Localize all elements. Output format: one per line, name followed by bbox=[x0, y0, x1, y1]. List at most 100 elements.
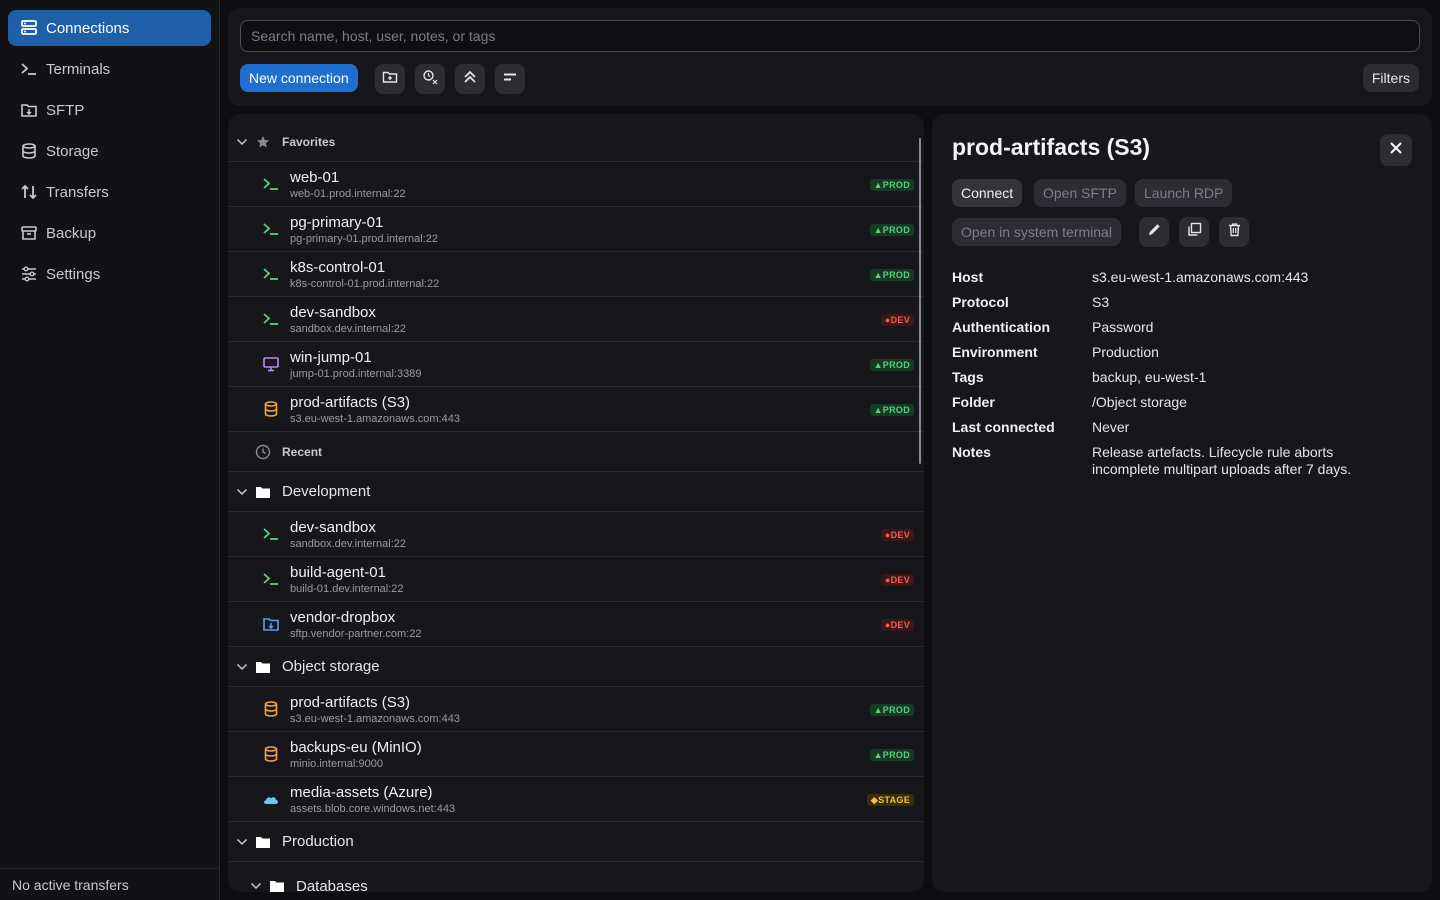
chevron-down-icon[interactable] bbox=[246, 880, 266, 892]
folder-development[interactable]: Development bbox=[228, 472, 924, 512]
connection-host: sftp.vendor-partner.com:22 bbox=[290, 628, 422, 640]
sidebar-item-sftp[interactable]: SFTP bbox=[8, 92, 211, 128]
connection-row[interactable]: pg-primary-01 pg-primary-01.prod.interna… bbox=[228, 207, 924, 252]
field-label: Environment bbox=[952, 344, 1038, 360]
folder-databases[interactable]: Databases bbox=[228, 866, 924, 892]
folder-icon bbox=[254, 835, 272, 849]
connection-row[interactable]: k8s-control-01 k8s-control-01.prod.inter… bbox=[228, 252, 924, 297]
env-badge: ● DEV bbox=[880, 574, 914, 586]
new-folder-button[interactable] bbox=[375, 64, 405, 94]
terminal-icon bbox=[262, 175, 280, 193]
delete-button[interactable] bbox=[1219, 217, 1249, 247]
connection-name: dev-sandbox bbox=[290, 519, 376, 536]
field-label: Authentication bbox=[952, 319, 1050, 335]
list-scrollbar[interactable] bbox=[919, 138, 921, 464]
sort-button[interactable] bbox=[495, 64, 525, 94]
sidebar-item-storage[interactable]: Storage bbox=[8, 133, 211, 169]
sidebar-item-settings[interactable]: Settings bbox=[8, 256, 211, 292]
connection-host: s3.eu-west-1.amazonaws.com:443 bbox=[290, 413, 460, 425]
connection-row[interactable]: dev-sandbox sandbox.dev.internal:22 ● DE… bbox=[228, 512, 924, 557]
connection-host: sandbox.dev.internal:22 bbox=[290, 323, 406, 335]
filters-button[interactable]: Filters bbox=[1362, 64, 1419, 92]
connection-name: win-jump-01 bbox=[290, 349, 372, 366]
sftp-folder-icon bbox=[262, 615, 280, 633]
field-label: Notes bbox=[952, 444, 991, 460]
section-recent[interactable]: Recent bbox=[228, 432, 924, 472]
connection-row[interactable]: prod-artifacts (S3) s3.eu-west-1.amazona… bbox=[228, 687, 924, 732]
connection-name: k8s-control-01 bbox=[290, 259, 386, 276]
connection-host: k8s-control-01.prod.internal:22 bbox=[290, 278, 440, 290]
new-connection-button[interactable]: New connection bbox=[240, 64, 358, 92]
collapse-all-icon bbox=[462, 69, 478, 90]
connection-row[interactable]: win-jump-01 jump-01.prod.internal:3389 ▲… bbox=[228, 342, 924, 387]
detail-panel: prod-artifacts (S3) Connect Open SFTP La… bbox=[932, 114, 1432, 892]
folder-production[interactable]: Production bbox=[228, 822, 924, 862]
connection-row[interactable]: prod-artifacts (S3) s3.eu-west-1.amazona… bbox=[228, 387, 924, 432]
terminal-icon bbox=[262, 310, 280, 328]
connection-row[interactable]: backups-eu (MinIO) minio.internal:9000 ▲… bbox=[228, 732, 924, 777]
sidebar-item-label: Backup bbox=[46, 224, 97, 242]
sidebar-item-label: Connections bbox=[46, 19, 130, 37]
connect-button[interactable]: Connect bbox=[952, 179, 1023, 207]
folder-label: Databases bbox=[296, 877, 368, 893]
close-icon bbox=[1388, 140, 1404, 161]
connection-host: sandbox.dev.internal:22 bbox=[290, 538, 406, 550]
field-value: S3 bbox=[1092, 294, 1110, 310]
field-label: Host bbox=[952, 269, 984, 285]
clock-icon bbox=[254, 444, 272, 460]
section-favorites[interactable]: Favorites bbox=[228, 122, 924, 162]
sidebar-item-connections[interactable]: Connections bbox=[8, 10, 211, 46]
field-value: s3.eu-west-1.amazonaws.com:443 bbox=[1092, 269, 1309, 285]
connection-name: media-assets (Azure) bbox=[290, 784, 433, 801]
settings-icon bbox=[20, 265, 38, 283]
connection-host: assets.blob.core.windows.net:443 bbox=[290, 803, 456, 815]
close-button[interactable] bbox=[1380, 134, 1412, 166]
database-icon bbox=[262, 745, 280, 763]
connection-row[interactable]: dev-sandbox sandbox.dev.internal:22 ● DE… bbox=[228, 297, 924, 342]
sidebar: Connections Terminals SFTP Storage Trans… bbox=[0, 0, 220, 900]
toolbar-panel: New connection Filters bbox=[228, 8, 1432, 106]
connection-host: web-01.prod.internal:22 bbox=[290, 188, 406, 200]
terminal-icon bbox=[262, 525, 280, 543]
chevron-down-icon[interactable] bbox=[232, 661, 252, 673]
monitor-icon bbox=[262, 355, 280, 373]
star-icon bbox=[254, 135, 272, 149]
folder-label: Object storage bbox=[282, 658, 380, 675]
search-input[interactable] bbox=[240, 20, 1420, 52]
copy-icon bbox=[1187, 222, 1202, 242]
terminal-icon bbox=[262, 220, 280, 238]
edit-button[interactable] bbox=[1139, 217, 1169, 247]
chevron-down-icon[interactable] bbox=[232, 486, 252, 498]
connection-name: web-01 bbox=[290, 169, 340, 186]
field-label: Tags bbox=[952, 369, 984, 385]
connection-row[interactable]: media-assets (Azure) assets.blob.core.wi… bbox=[228, 777, 924, 822]
field-value: backup, eu-west-1 bbox=[1092, 369, 1207, 385]
env-badge: ▲ PROD bbox=[869, 179, 914, 191]
pencil-icon bbox=[1147, 222, 1162, 242]
chevron-down-icon[interactable] bbox=[232, 836, 252, 848]
open-sftp-button[interactable]: Open SFTP bbox=[1034, 179, 1126, 207]
connection-row[interactable]: build-agent-01 build-01.dev.internal:22 … bbox=[228, 557, 924, 602]
connection-name: prod-artifacts (S3) bbox=[290, 394, 411, 411]
open-system-terminal-button[interactable]: Open in system terminal bbox=[952, 218, 1121, 246]
env-badge: ◆ STAGE bbox=[866, 794, 914, 806]
connection-row[interactable]: web-01 web-01.prod.internal:22 ▲ PROD bbox=[228, 162, 924, 207]
connection-row[interactable]: vendor-dropbox sftp.vendor-partner.com:2… bbox=[228, 602, 924, 647]
sidebar-item-terminals[interactable]: Terminals bbox=[8, 51, 211, 87]
folder-object-storage[interactable]: Object storage bbox=[228, 647, 924, 687]
sidebar-item-label: SFTP bbox=[46, 101, 85, 119]
chevron-down-icon[interactable] bbox=[232, 136, 252, 148]
sidebar-item-transfers[interactable]: Transfers bbox=[8, 174, 211, 210]
duplicate-button[interactable] bbox=[1179, 217, 1209, 247]
env-badge: ▲ PROD bbox=[869, 269, 914, 281]
field-value: /Object storage bbox=[1092, 394, 1187, 410]
launch-rdp-button[interactable]: Launch RDP bbox=[1135, 179, 1233, 207]
clear-recent-button[interactable] bbox=[415, 64, 445, 94]
folder-icon bbox=[254, 660, 272, 674]
collapse-all-button[interactable] bbox=[455, 64, 485, 94]
clear-recent-icon bbox=[422, 69, 438, 90]
connection-host: jump-01.prod.internal:3389 bbox=[290, 368, 422, 380]
env-badge: ▲ PROD bbox=[869, 224, 914, 236]
terminal-icon bbox=[262, 265, 280, 283]
sidebar-item-backup[interactable]: Backup bbox=[8, 215, 211, 251]
